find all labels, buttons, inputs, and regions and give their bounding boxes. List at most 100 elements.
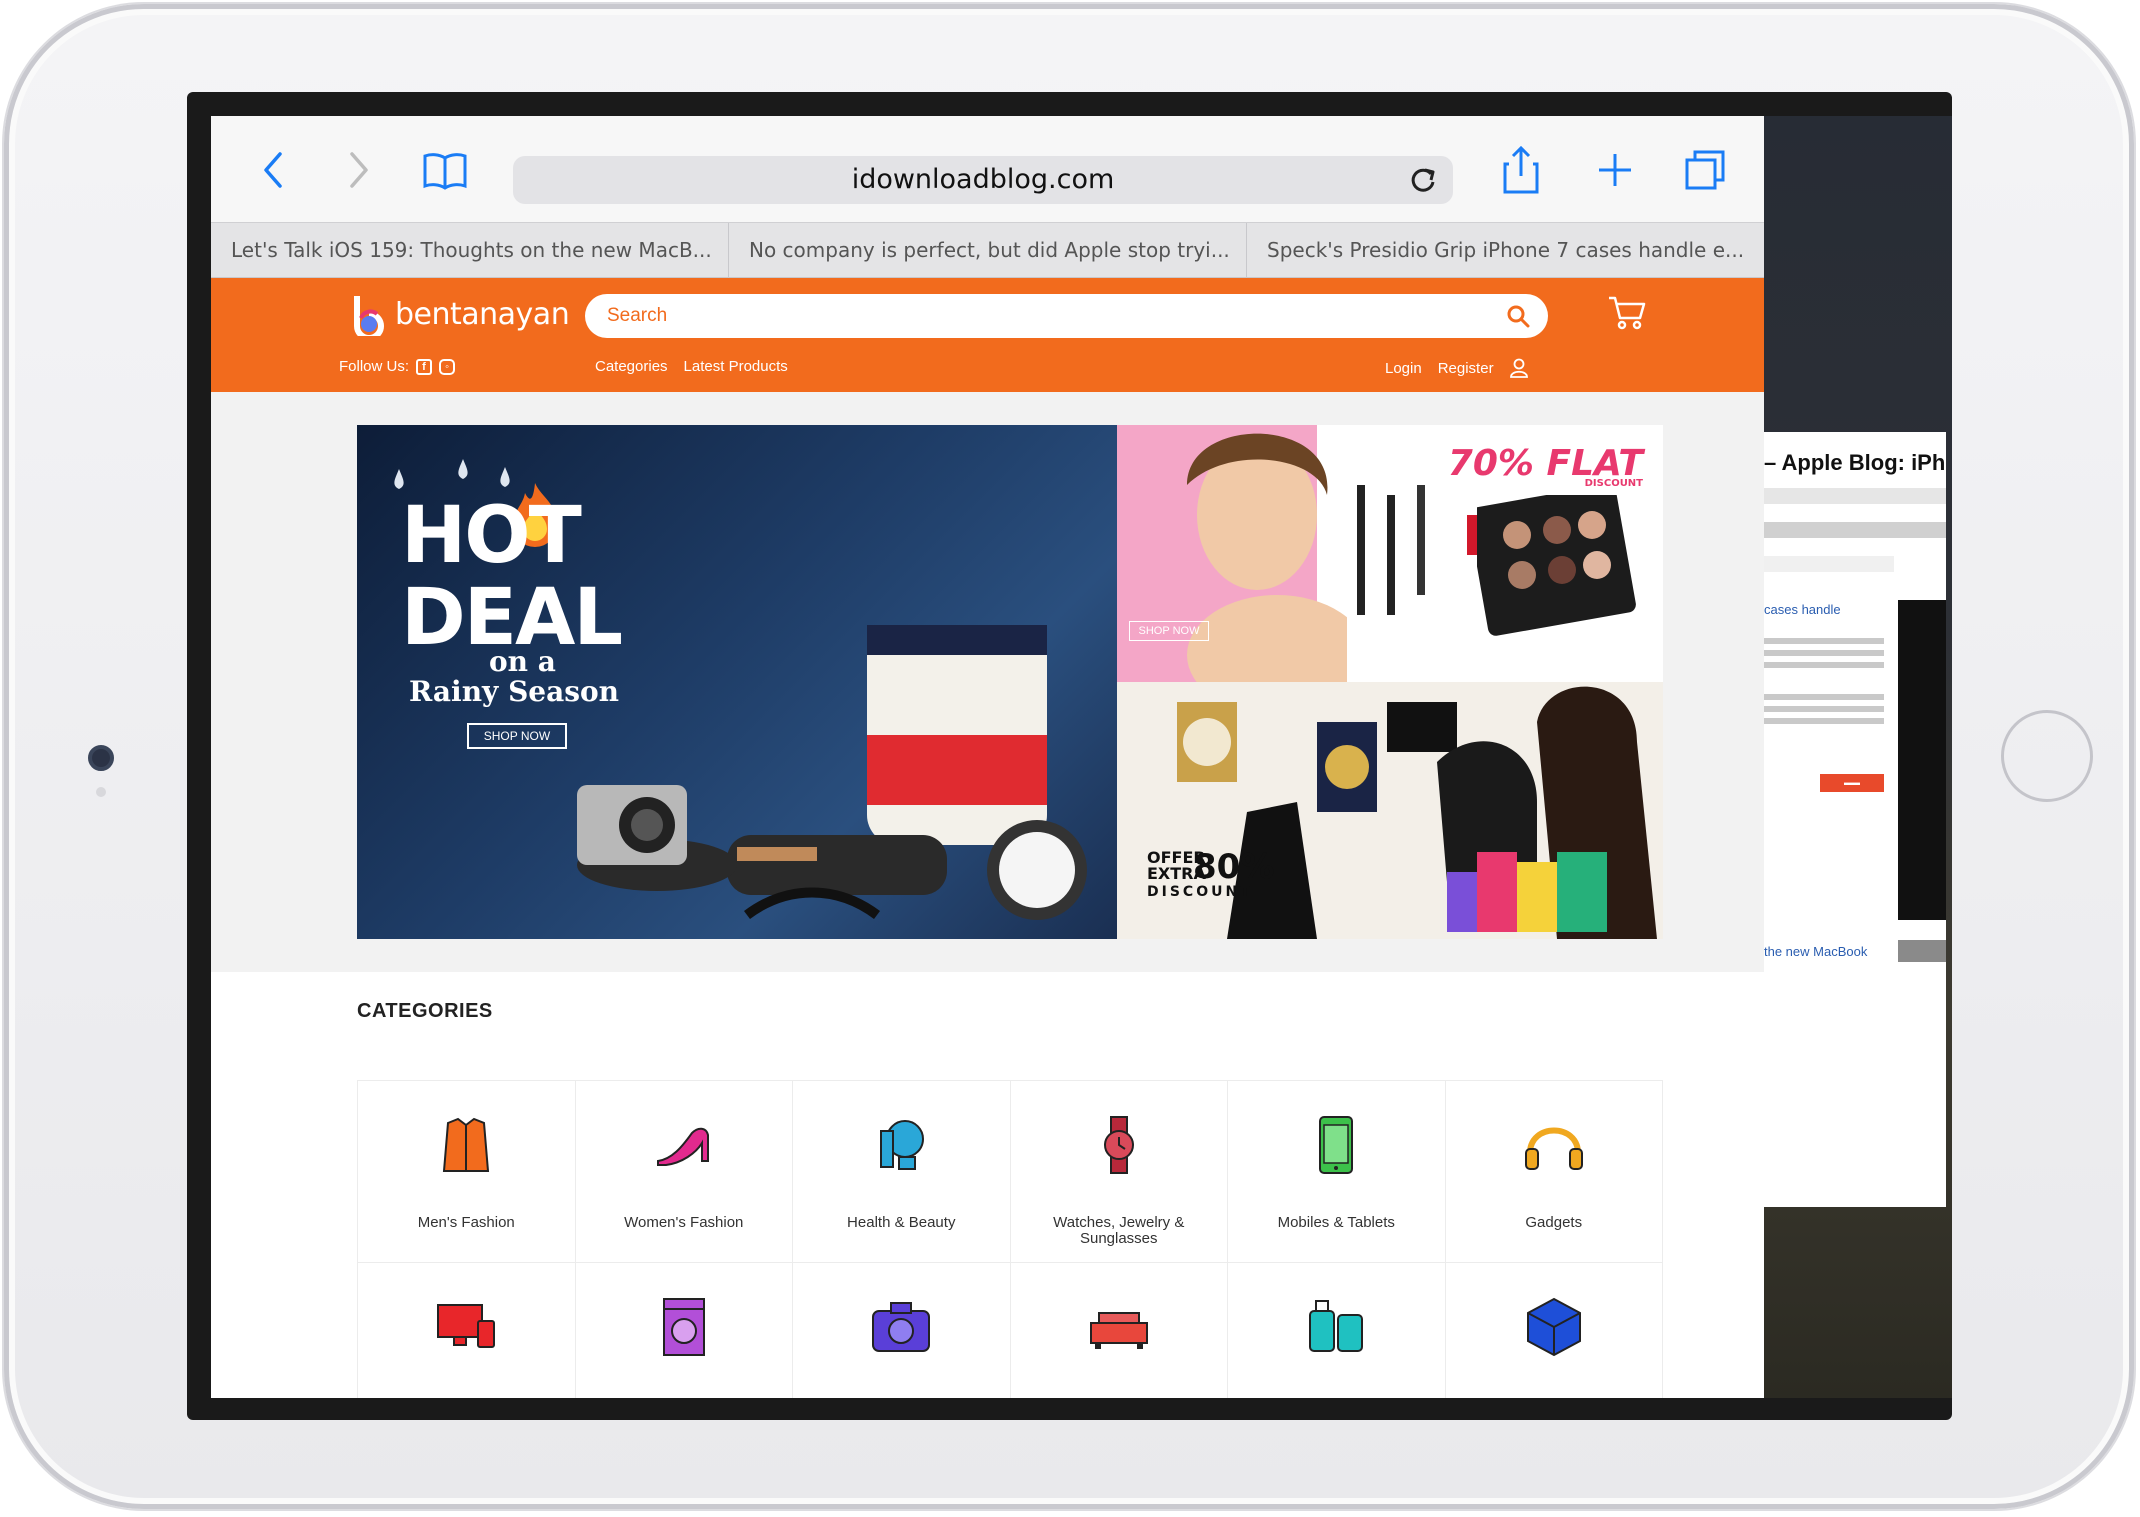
category-label: Gadgets bbox=[1525, 1214, 1583, 1231]
forward-button[interactable] bbox=[333, 144, 385, 196]
fashion-offer-small: OFFER EXTRA bbox=[1147, 848, 1206, 883]
sofa-icon bbox=[1089, 1312, 1148, 1349]
beauty-shop-now-button[interactable]: SHOP NOW bbox=[1129, 621, 1209, 641]
site-nav: Categories Latest Products bbox=[595, 358, 788, 375]
auth-links: Login Register bbox=[1385, 358, 1528, 378]
cart-icon[interactable] bbox=[1607, 292, 1647, 332]
category-appliances[interactable] bbox=[576, 1263, 793, 1398]
category-gadgets[interactable]: Gadgets bbox=[1445, 1081, 1663, 1263]
category-grid: Men's Fashion Women's Fashion Health & B… bbox=[357, 1080, 1663, 1398]
model-illustration bbox=[1187, 433, 1347, 682]
category-label: Women's Fashion bbox=[624, 1214, 744, 1231]
front-camera bbox=[88, 745, 114, 771]
share-button[interactable] bbox=[1495, 144, 1547, 196]
chevron-left-icon bbox=[264, 152, 282, 188]
computer-icon bbox=[437, 1304, 496, 1348]
category-label: Mobiles & Tablets bbox=[1277, 1214, 1395, 1231]
tab-1[interactable]: Let's Talk iOS 159: Thoughts on the new … bbox=[211, 223, 729, 277]
new-tab-button[interactable] bbox=[1589, 144, 1641, 196]
safari-toolbar: idownloadblog.com bbox=[211, 116, 1764, 222]
category-label: Men's Fashion bbox=[417, 1214, 515, 1231]
category-toys[interactable] bbox=[1446, 1263, 1663, 1398]
camera-icon bbox=[872, 1302, 931, 1352]
high-heel-icon bbox=[656, 1127, 709, 1166]
category-health-beauty[interactable]: Health & Beauty bbox=[793, 1081, 1011, 1263]
side-card-nav bbox=[1764, 522, 1946, 538]
tab-3[interactable]: Speck's Presidio Grip iPhone 7 cases han… bbox=[1247, 223, 1764, 277]
side-card-text bbox=[1764, 694, 1884, 700]
shirt-icon bbox=[443, 1117, 490, 1172]
side-card-text bbox=[1764, 706, 1884, 712]
plus-icon bbox=[1599, 154, 1631, 186]
products-illustration bbox=[577, 625, 1087, 920]
watch-icon bbox=[1103, 1116, 1134, 1174]
headphones-icon bbox=[1524, 1127, 1583, 1170]
ambient-sensor bbox=[96, 787, 106, 797]
fashion-offer: OFFER EXTRA 80% DISCOUNT bbox=[1147, 848, 1274, 901]
facebook-icon[interactable]: f bbox=[416, 358, 433, 375]
side-card-bottom-link[interactable]: the new MacBook bbox=[1764, 944, 1867, 959]
side-card-link[interactable]: cases handle bbox=[1764, 602, 1841, 617]
book-icon bbox=[423, 153, 467, 190]
category-travel[interactable] bbox=[1228, 1263, 1446, 1398]
category-watches-jewelry[interactable]: Watches, Jewelry & Sunglasses bbox=[1010, 1081, 1228, 1263]
instagram-icon[interactable]: ◦ bbox=[439, 358, 456, 375]
side-card-read-more[interactable]: ▬▬ bbox=[1820, 774, 1884, 792]
category-label: Watches, Jewelry & Sunglasses bbox=[1053, 1214, 1185, 1247]
side-card-text bbox=[1764, 650, 1884, 656]
washing-machine-icon bbox=[662, 1298, 705, 1356]
nav-latest-products[interactable]: Latest Products bbox=[684, 358, 788, 375]
login-link[interactable]: Login bbox=[1385, 360, 1422, 377]
address-bar[interactable]: idownloadblog.com bbox=[513, 156, 1453, 204]
side-card-strip bbox=[1764, 556, 1894, 572]
bookmarks-button[interactable] bbox=[419, 144, 471, 196]
category-label: Health & Beauty bbox=[847, 1214, 956, 1231]
category-mobiles-tablets[interactable]: Mobiles & Tablets bbox=[1228, 1081, 1446, 1263]
site-logo[interactable]: bentanayan bbox=[351, 292, 570, 336]
url-text: idownloadblog.com bbox=[851, 164, 1115, 195]
fashion-offer-sub: DISCOUNT bbox=[1147, 884, 1253, 900]
chevron-right-icon bbox=[350, 152, 368, 188]
categories-heading: CATEGORIES bbox=[357, 1000, 493, 1022]
beauty-offer: 70% FLAT DISCOUNT bbox=[1448, 443, 1643, 489]
hot-deal-banner[interactable]: HOT DEAL on a Rainy Season SHOP NOW bbox=[357, 425, 1117, 939]
side-app-preview[interactable]: – Apple Blog: iPho cases handle ▬▬ the n… bbox=[1764, 432, 1946, 1207]
fashion-banner[interactable]: OFFER EXTRA 80% DISCOUNT bbox=[1117, 682, 1663, 939]
site-search bbox=[585, 294, 1548, 338]
search-input[interactable] bbox=[605, 294, 1485, 338]
hot-deal-line1: HOT bbox=[401, 491, 582, 581]
side-card-text bbox=[1764, 638, 1884, 644]
mirror-icon bbox=[880, 1120, 925, 1170]
nav-categories[interactable]: Categories bbox=[595, 358, 668, 375]
register-link[interactable]: Register bbox=[1438, 360, 1494, 377]
follow-label: Follow Us: bbox=[339, 358, 410, 375]
reload-icon[interactable] bbox=[1407, 164, 1439, 196]
brand-name: bentanayan bbox=[395, 296, 570, 332]
back-button[interactable] bbox=[247, 144, 299, 196]
user-icon[interactable] bbox=[1509, 358, 1528, 378]
tabs-overview-button[interactable] bbox=[1679, 144, 1731, 196]
tabs-icon bbox=[1685, 150, 1725, 190]
home-button[interactable] bbox=[2001, 710, 2093, 802]
category-cameras[interactable] bbox=[793, 1263, 1011, 1398]
category-computers[interactable] bbox=[358, 1263, 576, 1398]
search-icon[interactable] bbox=[1506, 304, 1530, 328]
category-home-living[interactable] bbox=[1011, 1263, 1228, 1398]
follow-us: Follow Us: f ◦ bbox=[339, 358, 456, 375]
bentanayan-logo-icon bbox=[354, 296, 384, 336]
category-mens-fashion[interactable]: Men's Fashion bbox=[358, 1081, 576, 1263]
tab-2[interactable]: No company is perfect, but did Apple sto… bbox=[729, 223, 1247, 277]
category-womens-fashion[interactable]: Women's Fashion bbox=[575, 1081, 793, 1263]
safari-screen: idownloadblog.com Let's Talk iOS 159: Th… bbox=[211, 116, 1764, 1398]
luggage-icon bbox=[1309, 1300, 1364, 1352]
phone-icon bbox=[1319, 1116, 1354, 1174]
toy-block-icon bbox=[1526, 1297, 1581, 1357]
fashion-illustration bbox=[1177, 686, 1657, 939]
side-card-grey-bar bbox=[1898, 940, 1946, 962]
share-icon bbox=[1503, 146, 1539, 194]
side-card-ad bbox=[1898, 600, 1946, 920]
side-card-text bbox=[1764, 662, 1884, 668]
site-header: bentanayan Follow Us: f ◦ Categories Lat… bbox=[211, 278, 1764, 392]
beauty-banner[interactable]: 70% FLAT DISCOUNT SHOP NOW bbox=[1117, 425, 1663, 682]
side-card-title: – Apple Blog: iPho bbox=[1764, 450, 1946, 475]
